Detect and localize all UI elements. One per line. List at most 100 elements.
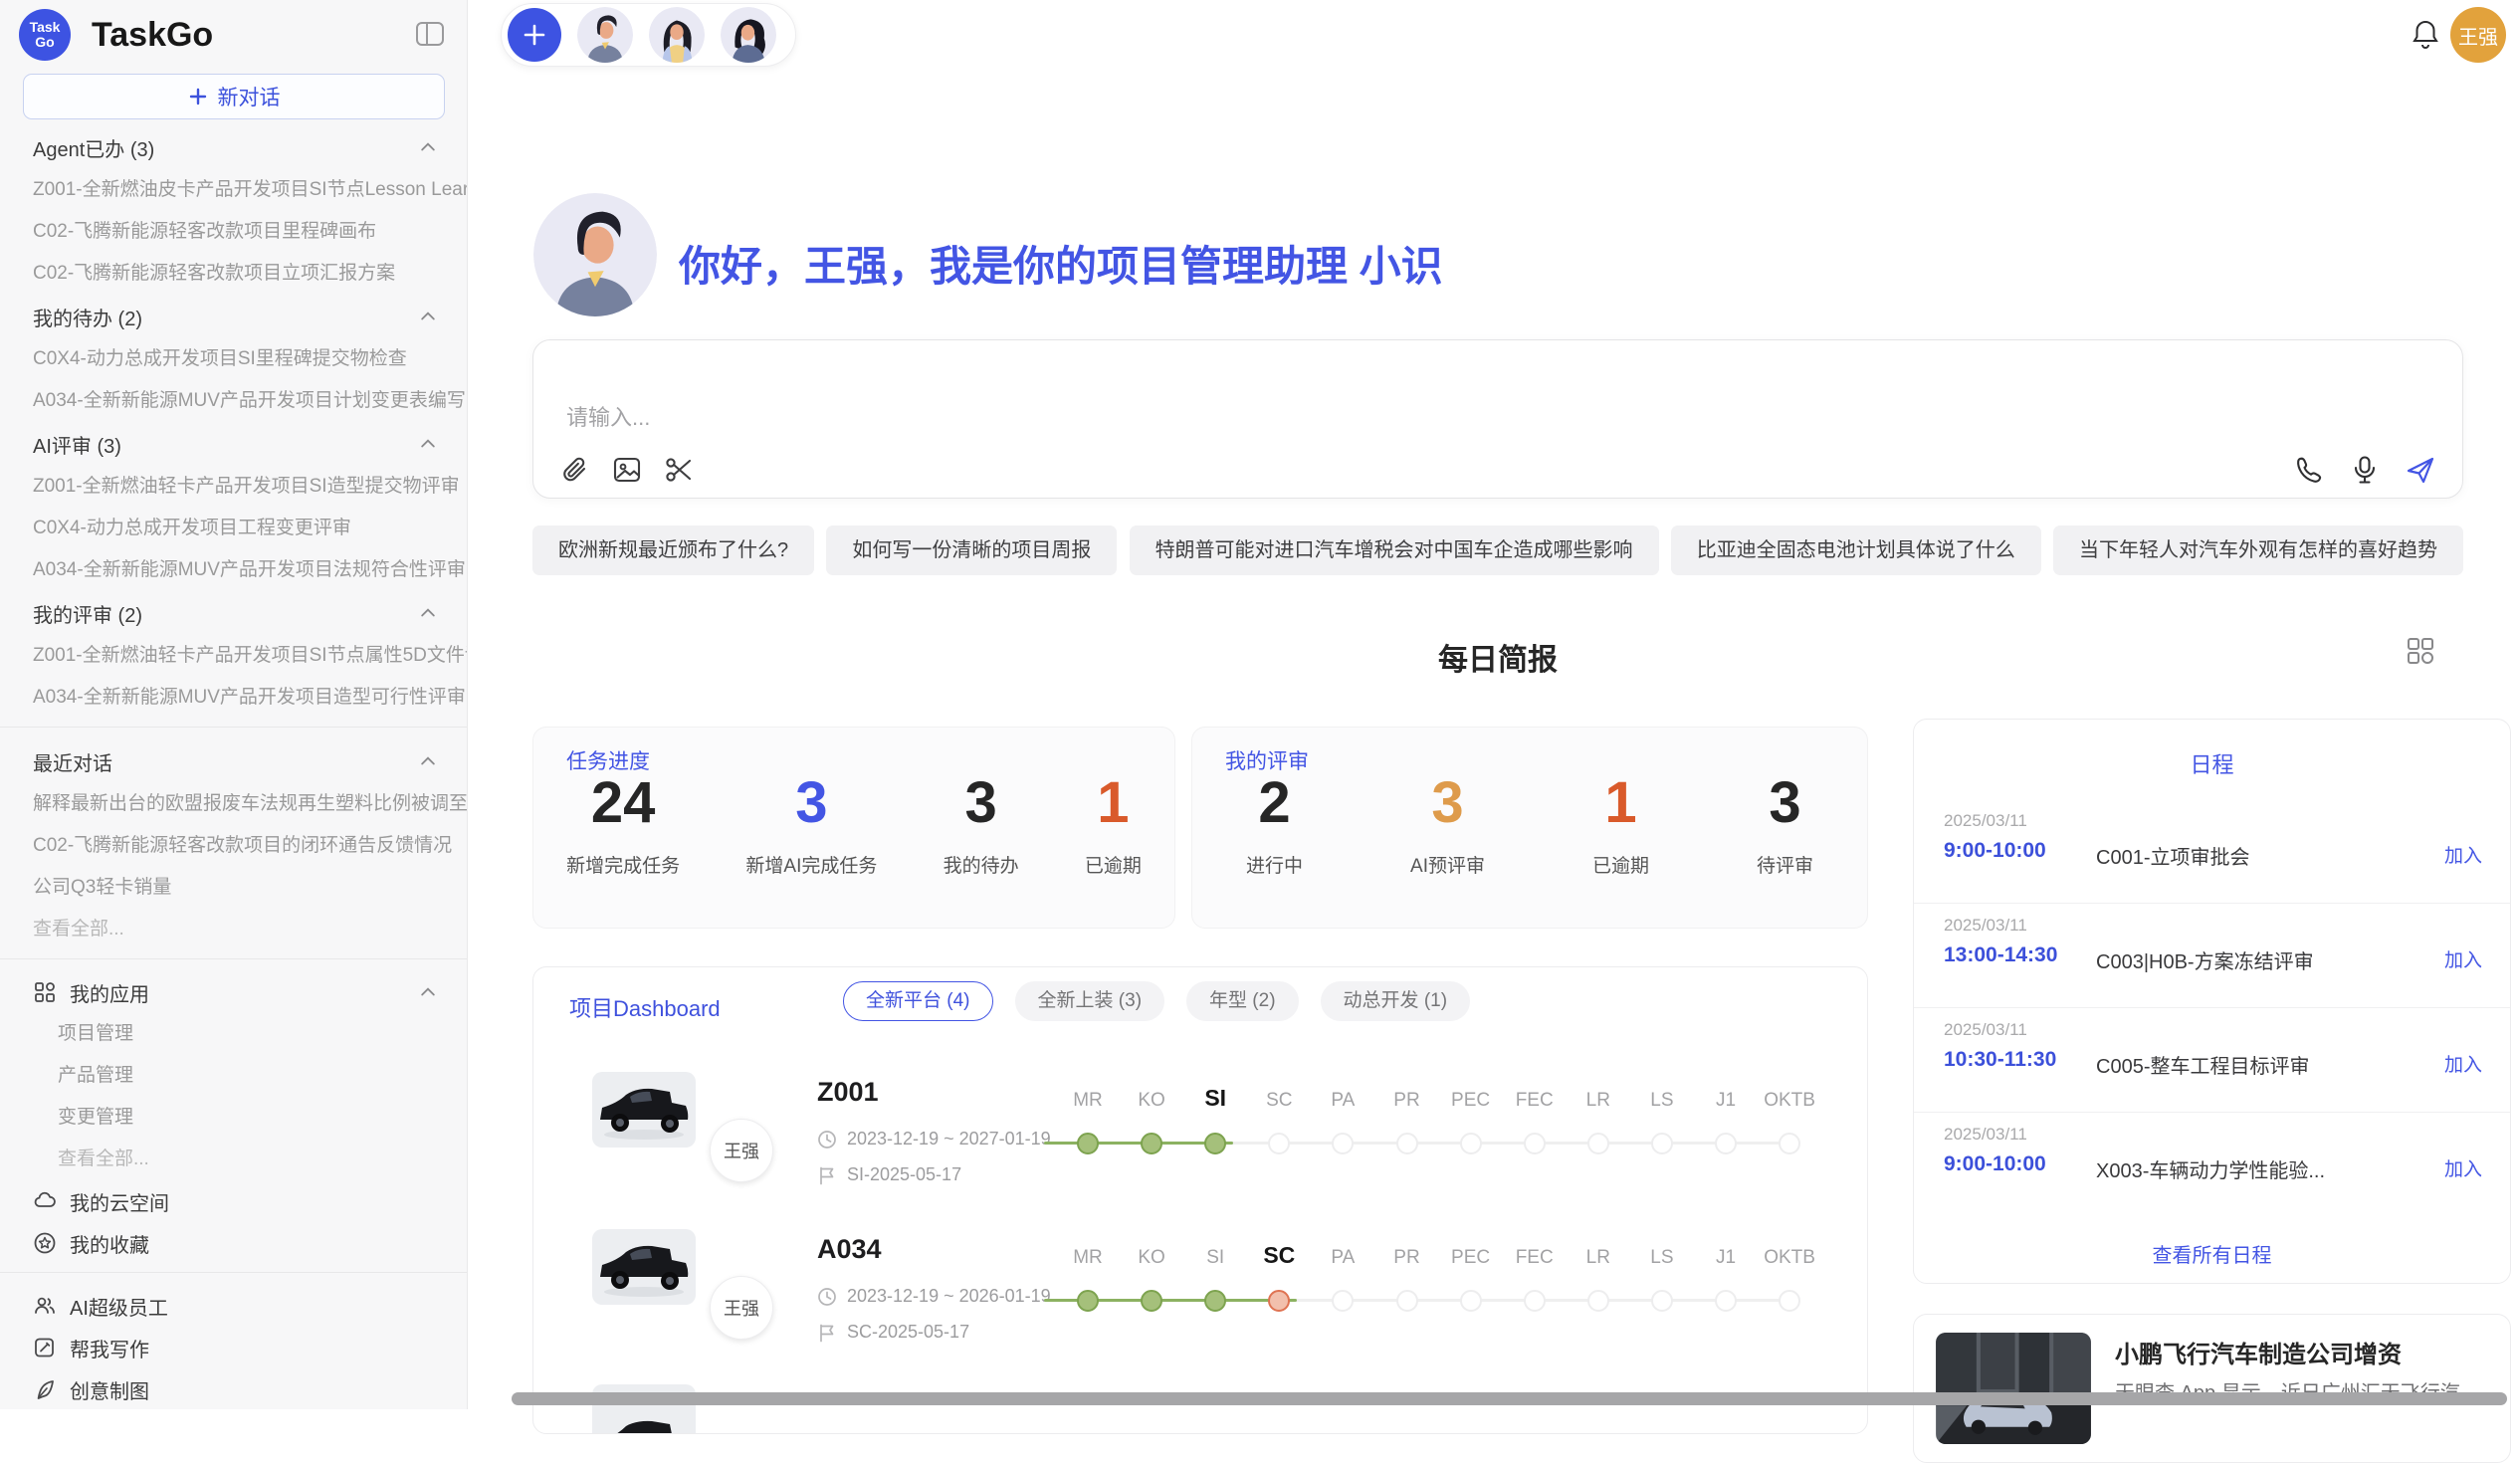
clock-icon bbox=[817, 1287, 837, 1307]
app-item[interactable]: 产品管理 bbox=[0, 1055, 468, 1097]
milestone-dot bbox=[1077, 1290, 1099, 1312]
sidebar-item-cloud-space[interactable]: 我的云空间 bbox=[0, 1180, 468, 1222]
sidebar-item-my-apps[interactable]: 我的应用 bbox=[0, 971, 468, 1013]
sidebar-task-item[interactable]: Z001-全新燃油轻卡产品开发项目SI节点属性5D文件评审 bbox=[0, 635, 468, 677]
suggestion-chip[interactable]: 当下年轻人对汽车外观有怎样的喜好趋势 bbox=[2053, 525, 2463, 575]
sidebar-section-header[interactable]: Agent已办 (3) bbox=[0, 125, 468, 169]
sidebar-lists: Agent已办 (3)Z001-全新燃油皮卡产品开发项目SI节点Lesson L… bbox=[0, 125, 468, 1409]
sidebar-task-item[interactable]: A034-全新新能源MUV产品开发项目计划变更表编写 bbox=[0, 380, 468, 422]
dashboard-filter-tab[interactable]: 全新平台 (4) bbox=[843, 981, 993, 1021]
stat-value: 2 bbox=[1258, 771, 1290, 835]
briefing-layout-icon[interactable] bbox=[2407, 637, 2434, 665]
sidebar-task-item[interactable]: Z001-全新燃油皮卡产品开发项目SI节点Lesson Learn报告 bbox=[0, 169, 468, 211]
sidebar-item-favorites[interactable]: 我的收藏 bbox=[0, 1222, 468, 1264]
app-item[interactable]: 项目管理 bbox=[0, 1013, 468, 1055]
dashboard-filter-tab[interactable]: 全新上装 (3) bbox=[1015, 981, 1165, 1021]
attachment-icon[interactable] bbox=[559, 454, 591, 486]
new-chat-button[interactable]: 新对话 bbox=[23, 74, 445, 119]
stat-item: 24新增完成任务 bbox=[566, 771, 680, 878]
suggestion-chips: 欧洲新规最近颁布了什么?如何写一份清晰的项目周报特朗普可能对进口汽车增税会对中国… bbox=[532, 525, 2463, 575]
join-meeting-link[interactable]: 加入 bbox=[2444, 841, 2482, 868]
milestone-dot bbox=[1715, 1290, 1737, 1312]
stat-value: 3 bbox=[795, 771, 827, 835]
flag-icon bbox=[817, 1323, 837, 1343]
assistant-avatar-man[interactable] bbox=[577, 7, 633, 63]
schedule-event[interactable]: 2025/03/1113:00-14:30C003|H0B-方案冻结评审加入 bbox=[1914, 904, 2510, 1007]
stat-label: 新增完成任务 bbox=[566, 851, 680, 878]
news-card[interactable]: 小鹏飞行汽车制造公司增资 天眼查 App 显示，近日广州汇天飞行汽... bbox=[1913, 1314, 2511, 1463]
write-icon bbox=[33, 1336, 57, 1359]
suggestion-chip[interactable]: 欧洲新规最近颁布了什么? bbox=[532, 525, 814, 575]
suggestion-chip[interactable]: 如何写一份清晰的项目周报 bbox=[826, 525, 1117, 575]
assistant-greeting-avatar bbox=[533, 193, 657, 316]
cloud-icon bbox=[33, 1189, 57, 1213]
sidebar-item-creative-drawing[interactable]: 创意制图 bbox=[0, 1368, 468, 1409]
recent-conversation-item[interactable]: 查看全部... bbox=[0, 909, 468, 950]
sidebar-section-header[interactable]: AI评审 (3) bbox=[0, 422, 468, 466]
recent-conversation-item[interactable]: 解释最新出台的欧盟报废车法规再生塑料比例被调至15%... bbox=[0, 783, 468, 825]
notifications-bell-icon[interactable] bbox=[2411, 18, 2440, 52]
schedule-event[interactable]: 2025/03/119:00-10:00C001-立项审批会加入 bbox=[1914, 799, 2510, 903]
sidebar-item-help-me-write[interactable]: 帮我写作 bbox=[0, 1327, 468, 1368]
horizontal-scrollbar-thumb[interactable] bbox=[512, 1392, 2507, 1405]
assistant-avatar-woman-blue[interactable] bbox=[721, 7, 776, 63]
assistant-avatar-woman-yellow[interactable] bbox=[649, 7, 705, 63]
add-assistant-button[interactable] bbox=[508, 8, 561, 62]
ai-super-staff-label: AI超级员工 bbox=[70, 1292, 438, 1321]
sidebar-task-item[interactable]: C02-飞腾新能源轻客改款项目里程碑画布 bbox=[0, 211, 468, 253]
milestone-label: PR bbox=[1393, 1247, 1419, 1269]
milestone-dot bbox=[1396, 1133, 1418, 1154]
recent-conversation-item[interactable]: 公司Q3轻卡销量 bbox=[0, 867, 468, 909]
help-me-write-label: 帮我写作 bbox=[70, 1334, 438, 1362]
sidebar-section-recent[interactable]: 最近对话 bbox=[0, 739, 468, 783]
dashboard-filter-tab[interactable]: 动总开发 (1) bbox=[1321, 981, 1471, 1021]
chat-input[interactable] bbox=[566, 400, 2159, 440]
suggestion-chip[interactable]: 比亚迪全固态电池计划具体说了什么 bbox=[1671, 525, 2041, 575]
project-owner-badge: 王强 bbox=[710, 1119, 773, 1182]
schedule-event[interactable]: 2025/03/1110:30-11:30C005-整车工程目标评审加入 bbox=[1914, 1008, 2510, 1112]
milestone-label: PR bbox=[1393, 1090, 1419, 1112]
app-item[interactable]: 查看全部... bbox=[0, 1139, 468, 1180]
project-row[interactable]: 王强 Z001 2023-12-19 ~ 2027-01-19 SI-2025-… bbox=[533, 1052, 1868, 1209]
sidebar-task-item[interactable]: A034-全新新能源MUV产品开发项目法规符合性评审 bbox=[0, 549, 468, 591]
sidebar-task-item[interactable]: C02-飞腾新能源轻客改款项目立项汇报方案 bbox=[0, 253, 468, 295]
microphone-icon[interactable] bbox=[2349, 454, 2381, 486]
join-meeting-link[interactable]: 加入 bbox=[2444, 945, 2482, 972]
phone-call-icon[interactable] bbox=[2293, 454, 2325, 486]
send-icon[interactable] bbox=[2405, 454, 2436, 486]
user-name: 王强 bbox=[2458, 21, 2498, 50]
milestone-dot bbox=[1651, 1290, 1673, 1312]
dashboard-filter-tab[interactable]: 年型 (2) bbox=[1186, 981, 1299, 1021]
collapse-sidebar-icon[interactable] bbox=[415, 20, 445, 48]
milestone-dot bbox=[1587, 1133, 1609, 1154]
sidebar-section-header[interactable]: 我的评审 (2) bbox=[0, 591, 468, 635]
app-item[interactable]: 变更管理 bbox=[0, 1097, 468, 1139]
stat-item: 1已逾期 bbox=[1085, 771, 1142, 878]
user-avatar[interactable]: 王强 bbox=[2450, 7, 2506, 63]
sidebar-item-ai-super-staff[interactable]: AI超级员工 bbox=[0, 1285, 468, 1327]
plus-icon bbox=[522, 22, 547, 48]
project-dashboard-title: 项目Dashboard bbox=[569, 991, 721, 1023]
sidebar: Task Go TaskGo 新对话 Agent已办 (3)Z001-全新燃油皮… bbox=[0, 0, 468, 1409]
sidebar-task-item[interactable]: Z001-全新燃油轻卡产品开发项目SI造型提交物评审 bbox=[0, 466, 468, 508]
news-thumbnail bbox=[1936, 1333, 2091, 1444]
sidebar-task-item[interactable]: C0X4-动力总成开发项目工程变更评审 bbox=[0, 508, 468, 549]
creative-drawing-label: 创意制图 bbox=[70, 1375, 438, 1404]
sidebar-task-item[interactable]: C0X4-动力总成开发项目SI里程碑提交物检查 bbox=[0, 338, 468, 380]
schedule-event[interactable]: 2025/03/119:00-10:00X003-车辆动力学性能验...加入 bbox=[1914, 1113, 2510, 1216]
milestone-label: MR bbox=[1073, 1090, 1103, 1112]
suggestion-chip[interactable]: 特朗普可能对进口汽车增税会对中国车企造成哪些影响 bbox=[1130, 525, 1659, 575]
image-icon[interactable] bbox=[611, 454, 643, 486]
stat-label: 新增AI完成任务 bbox=[745, 851, 877, 878]
stat-label: 我的待办 bbox=[944, 851, 1019, 878]
sidebar-section-header[interactable]: 我的待办 (2) bbox=[0, 295, 468, 338]
view-all-schedule-link[interactable]: 查看所有日程 bbox=[1914, 1239, 2510, 1268]
sidebar-task-item[interactable]: A034-全新新能源MUV产品开发项目造型可行性评审 bbox=[0, 677, 468, 719]
recent-conversation-item[interactable]: C02-飞腾新能源轻客改款项目的闭环通告反馈情况 bbox=[0, 825, 468, 867]
project-row[interactable]: 王强 A034 2023-12-19 ~ 2026-01-19 SC-2025-… bbox=[533, 1209, 1868, 1366]
app-logo: Task Go bbox=[19, 9, 71, 61]
join-meeting-link[interactable]: 加入 bbox=[2444, 1154, 2482, 1181]
join-meeting-link[interactable]: 加入 bbox=[2444, 1050, 2482, 1077]
scissors-icon[interactable] bbox=[663, 454, 695, 486]
favorites-label: 我的收藏 bbox=[70, 1229, 438, 1258]
